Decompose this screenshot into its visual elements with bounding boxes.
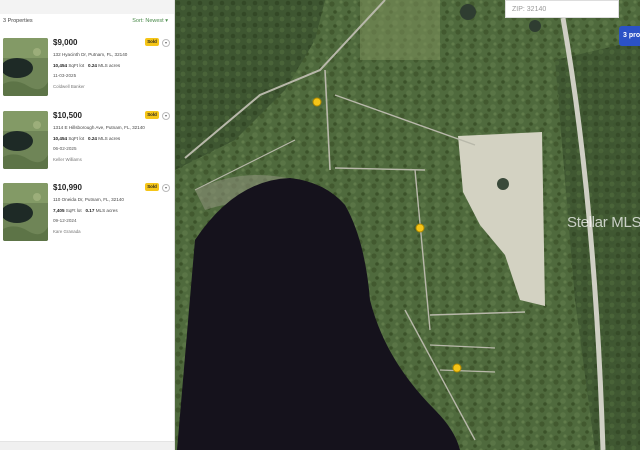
acres-unit: MLS acres [98, 63, 121, 68]
panel-top-bar [0, 0, 174, 14]
acres-value: 0.17 [85, 208, 95, 213]
listing-card[interactable]: $10,500 1314 E Hillsborough Ave, Putnam,… [3, 111, 170, 177]
listing-price: $9,000 [53, 38, 78, 47]
listing-stats: 10,454 SqFt lot 0.24 MLS acres [53, 63, 120, 68]
listing-date: 09-12-2024 [53, 218, 77, 223]
chevron-down-icon[interactable]: ▾ [162, 184, 170, 192]
listing-card[interactable]: $10,990 110 Oneida Dr, Putnam, FL, 32140… [3, 183, 170, 249]
listing-date: 06-02-2025 [53, 146, 77, 151]
sort-label: Sort: Newest [132, 18, 164, 24]
map-pin[interactable] [452, 363, 462, 373]
listing-price: $10,990 [53, 183, 82, 192]
listing-stats: 10,454 SqFt lot 0.24 MLS acres [53, 136, 120, 141]
pond [460, 4, 476, 20]
sqft-unit: SqFt lot [68, 136, 85, 141]
acres-value: 0.24 [88, 63, 97, 68]
listing-agent: Coldwell Banker [53, 84, 85, 89]
listing-price: $10,500 [53, 111, 82, 120]
sqft-value: 10,454 [53, 136, 68, 141]
listing-stats: 7,405 SqFt lot 0.17 MLS acres [53, 208, 118, 213]
listing-photo[interactable] [3, 111, 48, 169]
chevron-down-icon[interactable]: ▾ [162, 39, 170, 47]
properties-button[interactable]: 3 properties [619, 26, 640, 46]
listing-panel: 3 Properties Sort: Newest ▾ $9,000 132 H… [0, 0, 175, 450]
listing-agent: Kare Granada [53, 229, 81, 234]
acres-unit: MLS acres [98, 136, 121, 141]
sold-badge: Sold [145, 111, 159, 119]
listing-address: 110 Oneida Dr, Putnam, FL, 32140 [53, 197, 124, 202]
sqft-value: 7,405 [53, 208, 65, 213]
map-pin[interactable] [415, 223, 425, 233]
chevron-down-icon: ▾ [165, 18, 168, 24]
sold-badge: Sold [145, 183, 159, 191]
acres-value: 0.24 [88, 136, 97, 141]
listing-photo[interactable] [3, 38, 48, 96]
pond [497, 178, 509, 190]
sqft-unit: SqFt lot [68, 63, 85, 68]
sort-dropdown[interactable]: Sort: Newest ▾ [132, 18, 168, 24]
sqft-value: 10,454 [53, 63, 68, 68]
acres-unit: MLS acres [95, 208, 118, 213]
listing-card[interactable]: $9,000 132 Hyacinth Dr, Putnam, FL, 3214… [3, 38, 170, 104]
sold-badge: Sold [145, 38, 159, 46]
map-pin[interactable] [312, 97, 322, 107]
open-field [360, 0, 440, 60]
listing-address: 132 Hyacinth Dr, Putnam, FL, 32140 [53, 52, 128, 57]
list-header: 3 Properties Sort: Newest ▾ [3, 16, 168, 28]
chevron-down-icon[interactable]: ▾ [162, 112, 170, 120]
properties-count: 3 Properties [3, 18, 33, 24]
sqft-unit: SqFt lot [65, 208, 82, 213]
panel-bottom-bar [0, 441, 174, 450]
map-search-input[interactable] [505, 0, 619, 18]
pond [529, 20, 541, 32]
listing-agent: Keller Williams [53, 157, 82, 162]
listing-photo[interactable] [3, 183, 48, 241]
mls-watermark: Stellar MLS [567, 214, 640, 231]
listing-address: 1314 E Hillsborough Ave, Putnam, FL, 321… [53, 125, 145, 130]
listing-date: 11-03-2025 [53, 73, 77, 78]
